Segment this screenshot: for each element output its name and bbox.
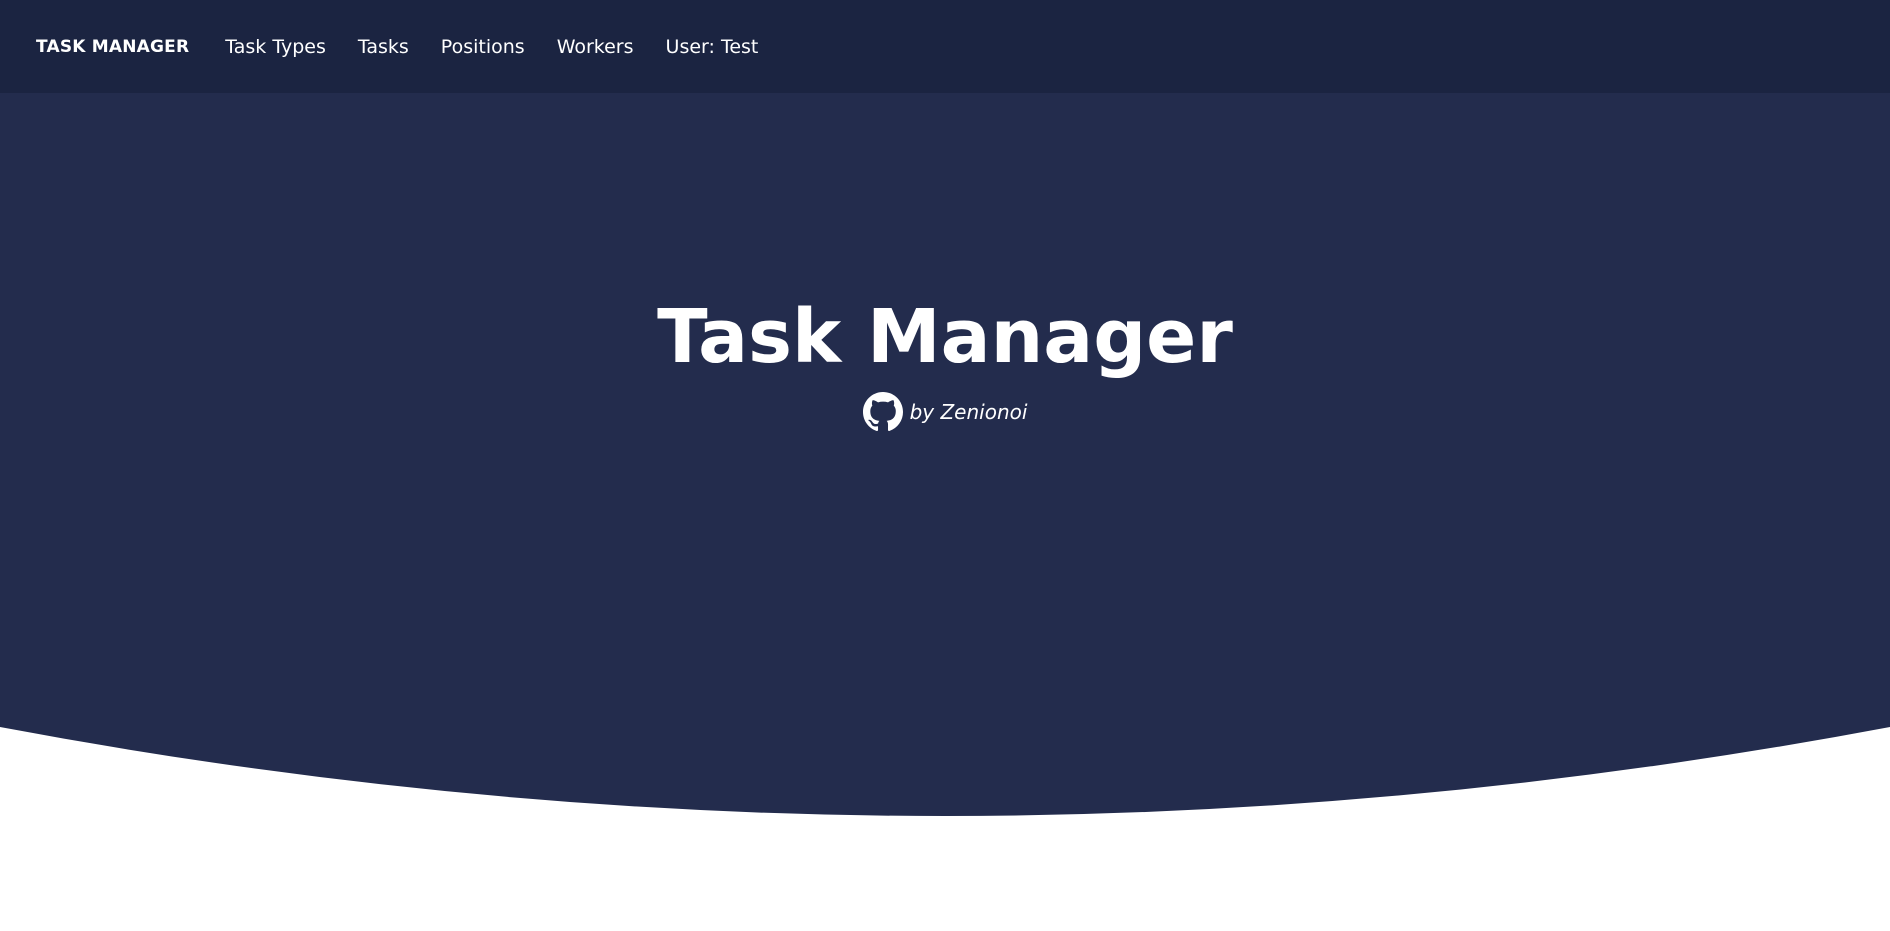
- nav-link-positions[interactable]: Positions: [441, 36, 525, 58]
- page: TASK MANAGER Task Types Tasks Positions …: [0, 0, 1890, 931]
- hero-background: [0, 93, 1890, 816]
- nav-link-tasks[interactable]: Tasks: [358, 36, 409, 58]
- top-navbar: TASK MANAGER Task Types Tasks Positions …: [0, 0, 1890, 93]
- nav-link-task-types[interactable]: Task Types: [225, 36, 326, 58]
- github-icon: [862, 392, 903, 432]
- brand-link[interactable]: TASK MANAGER: [36, 37, 189, 57]
- author-byline: by Zenionoi: [909, 400, 1028, 424]
- hero-title: Task Manager: [657, 294, 1233, 380]
- nav-link-workers[interactable]: Workers: [557, 36, 634, 58]
- nav-link-user[interactable]: User: Test: [666, 36, 759, 58]
- hero: Task Manager by Zenionoi: [0, 290, 1890, 436]
- author-link[interactable]: by Zenionoi: [862, 392, 1028, 432]
